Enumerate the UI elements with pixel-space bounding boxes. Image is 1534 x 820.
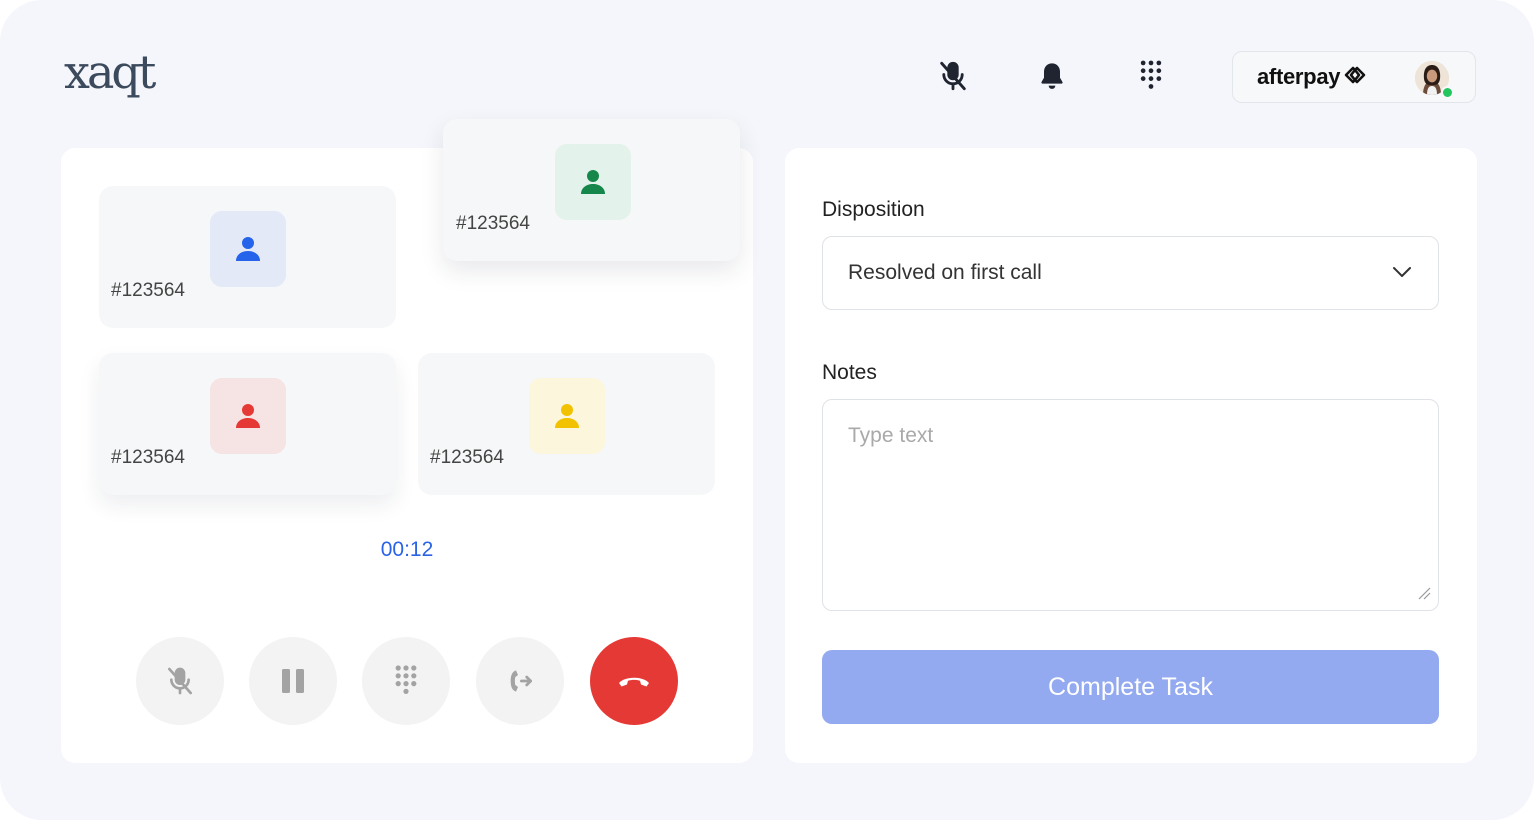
dialpad-icon[interactable] — [1131, 56, 1171, 96]
disposition-value: Resolved on first call — [848, 261, 1042, 284]
chevron-down-icon — [1392, 265, 1412, 284]
account-switcher[interactable]: afterpay — [1232, 51, 1476, 103]
end-call-icon — [619, 677, 649, 687]
participant-id: #123564 — [430, 447, 504, 468]
participant-tile[interactable]: #123564 — [99, 186, 396, 328]
participant-avatar — [529, 378, 605, 454]
task-form-panel: Disposition Resolved on first call Notes… — [785, 148, 1477, 763]
notes-input[interactable] — [822, 399, 1439, 611]
participant-id: #123564 — [456, 213, 530, 234]
bell-icon[interactable] — [1032, 56, 1072, 96]
user-icon — [236, 404, 260, 428]
complete-task-button[interactable]: Complete Task — [822, 650, 1439, 724]
participant-avatar — [210, 378, 286, 454]
participant-avatar — [555, 144, 631, 220]
disposition-select[interactable]: Resolved on first call — [822, 236, 1439, 310]
disposition-label: Disposition — [822, 198, 925, 221]
resize-grip-icon[interactable] — [1417, 586, 1431, 605]
participant-id: #123564 — [111, 447, 185, 468]
participant-id: #123564 — [111, 280, 185, 301]
end-call-button[interactable] — [590, 637, 678, 725]
mic-off-icon[interactable] — [933, 56, 973, 96]
mute-button[interactable] — [136, 637, 224, 725]
keypad-button[interactable] — [362, 637, 450, 725]
app-frame: xaqt afterpay #123564 #123564 #123564 00… — [0, 0, 1534, 820]
participant-tile[interactable]: #123564 — [99, 353, 396, 495]
xaqt-logo: xaqt — [64, 45, 156, 99]
user-icon — [555, 404, 579, 428]
keypad-icon — [395, 665, 417, 694]
participant-tile[interactable]: #123564 — [418, 353, 715, 495]
notes-label: Notes — [822, 361, 877, 384]
user-icon — [236, 237, 260, 261]
afterpay-logo-icon — [1342, 64, 1368, 91]
hold-button[interactable] — [249, 637, 337, 725]
mute-icon — [168, 667, 192, 695]
call-timer: 00:12 — [380, 538, 434, 561]
brand-name: afterpay — [1257, 64, 1341, 89]
pause-icon — [282, 669, 304, 693]
transfer-button[interactable] — [476, 637, 564, 725]
participant-avatar — [210, 211, 286, 287]
participant-tile[interactable]: #123564 — [443, 119, 740, 261]
user-icon — [581, 170, 605, 194]
online-status-dot — [1441, 86, 1454, 99]
transfer-icon — [510, 670, 532, 692]
